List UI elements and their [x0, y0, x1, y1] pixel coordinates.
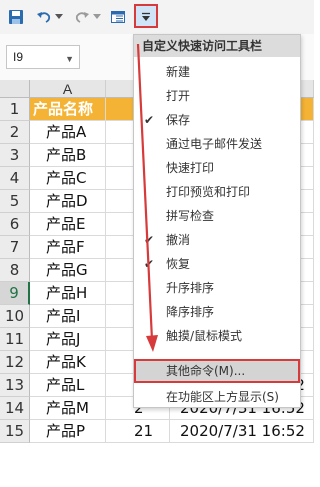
row-header-11[interactable]: 11 [0, 328, 30, 351]
menu-item-label: 新建 [166, 65, 191, 79]
menu-item-label: 保存 [166, 113, 191, 127]
checkmark-icon: ✔ [144, 257, 155, 271]
menu-item-8[interactable]: ✔ 恢复 [134, 252, 300, 276]
row-header-1[interactable]: 1 [0, 98, 30, 121]
menu-item-label: 快速打印 [166, 161, 215, 175]
menu-item-label: 恢复 [166, 257, 191, 271]
menu-title: 自定义快速访问工具栏 [134, 35, 300, 57]
row-header-6[interactable]: 6 [0, 213, 30, 236]
row-header-5[interactable]: 5 [0, 190, 30, 213]
row-header-3[interactable]: 3 [0, 144, 30, 167]
menu-item-label: 升序排序 [166, 281, 215, 295]
cell-A6[interactable]: 产品E [30, 213, 106, 236]
checkmark-icon: ✔ [144, 113, 155, 127]
cell-A8[interactable]: 产品G [30, 259, 106, 282]
row-header-13[interactable]: 13 [0, 374, 30, 397]
row-header-15[interactable]: 15 [0, 420, 30, 443]
name-box-dropdown-icon[interactable]: ▼ [65, 48, 74, 70]
menu-item-label: 打印预览和打印 [166, 185, 251, 199]
redo-dropdown-icon[interactable] [92, 6, 102, 28]
quick-access-toolbar [0, 0, 314, 34]
menu-item-10[interactable]: 降序排序 [134, 300, 300, 324]
menu-item-label: 触摸/鼠标模式 [166, 329, 243, 343]
cell-A13[interactable]: 产品L [30, 374, 106, 397]
menu-item-11[interactable]: 触摸/鼠标模式 [134, 324, 300, 348]
header-cell-product-name[interactable]: 产品名称 [30, 98, 106, 121]
checkmark-icon: ✔ [144, 233, 155, 247]
row-header-4[interactable]: 4 [0, 167, 30, 190]
select-all-corner[interactable] [0, 80, 30, 98]
row-header-7[interactable]: 7 [0, 236, 30, 259]
form-icon[interactable] [108, 6, 128, 28]
cell-A5[interactable]: 产品D [30, 190, 106, 213]
menu-item-4[interactable]: 快速打印 [134, 156, 300, 180]
customize-dropdown-icon [140, 7, 152, 26]
menu-item-label: 其他命令(M)... [166, 364, 246, 378]
cell-A7[interactable]: 产品F [30, 236, 106, 259]
menu-item-13[interactable]: 在功能区上方显示(S) [134, 385, 300, 409]
cell-A11[interactable]: 产品J [30, 328, 106, 351]
menu-item-3[interactable]: 通过电子邮件发送 [134, 132, 300, 156]
row-header-8[interactable]: 8 [0, 259, 30, 282]
cell-A4[interactable]: 产品C [30, 167, 106, 190]
customize-quick-access-menu: 自定义快速访问工具栏 新建打开 ✔ 保存通过电子邮件发送 快速打印打印预览和打印 拼写检… [133, 34, 301, 408]
save-icon[interactable] [6, 6, 26, 28]
cell-A2[interactable]: 产品A [30, 121, 106, 144]
cell-A10[interactable]: 产品I [30, 305, 106, 328]
menu-item-label: 拼写检查 [166, 209, 215, 223]
menu-item-1[interactable]: 打开 [134, 84, 300, 108]
menu-item-more-commands[interactable]: 其他命令(M)... [134, 359, 300, 383]
name-box-value: I9 [13, 50, 24, 64]
menu-item-label: 通过电子邮件发送 [166, 137, 263, 151]
menu-item-label: 降序排序 [166, 305, 215, 319]
row-header-2[interactable]: 2 [0, 121, 30, 144]
undo-icon[interactable] [34, 6, 54, 28]
menu-item-label: 打开 [166, 89, 191, 103]
row-header-9[interactable]: 9 [0, 282, 30, 305]
menu-item-7[interactable]: ✔ 撤消 [134, 228, 300, 252]
name-box[interactable]: I9 ▼ [6, 45, 80, 69]
cell-A15[interactable]: 产品P [30, 420, 106, 443]
menu-item-9[interactable]: 升序排序 [134, 276, 300, 300]
menu-item-2[interactable]: ✔ 保存 [134, 108, 300, 132]
menu-item-label: 在功能区上方显示(S) [166, 390, 279, 404]
menu-item-label: 撤消 [166, 233, 191, 247]
customize-quick-access-dropdown[interactable] [134, 4, 158, 28]
cell-B15[interactable]: 21 [106, 420, 170, 443]
cell-A9[interactable]: 产品H [30, 282, 106, 305]
menu-item-0[interactable]: 新建 [134, 60, 300, 84]
row-header-12[interactable]: 12 [0, 351, 30, 374]
redo-icon[interactable] [72, 6, 92, 28]
undo-dropdown-icon[interactable] [54, 6, 64, 28]
cell-A3[interactable]: 产品B [30, 144, 106, 167]
cell-A12[interactable]: 产品K [30, 351, 106, 374]
cell-A14[interactable]: 产品M [30, 397, 106, 420]
menu-item-6[interactable]: 拼写检查 [134, 204, 300, 228]
row-header-10[interactable]: 10 [0, 305, 30, 328]
menu-item-5[interactable]: 打印预览和打印 [134, 180, 300, 204]
column-header-a[interactable]: A [30, 80, 106, 98]
row-header-14[interactable]: 14 [0, 397, 30, 420]
cell-C15[interactable]: 2020/7/31 16:52 [170, 420, 314, 443]
